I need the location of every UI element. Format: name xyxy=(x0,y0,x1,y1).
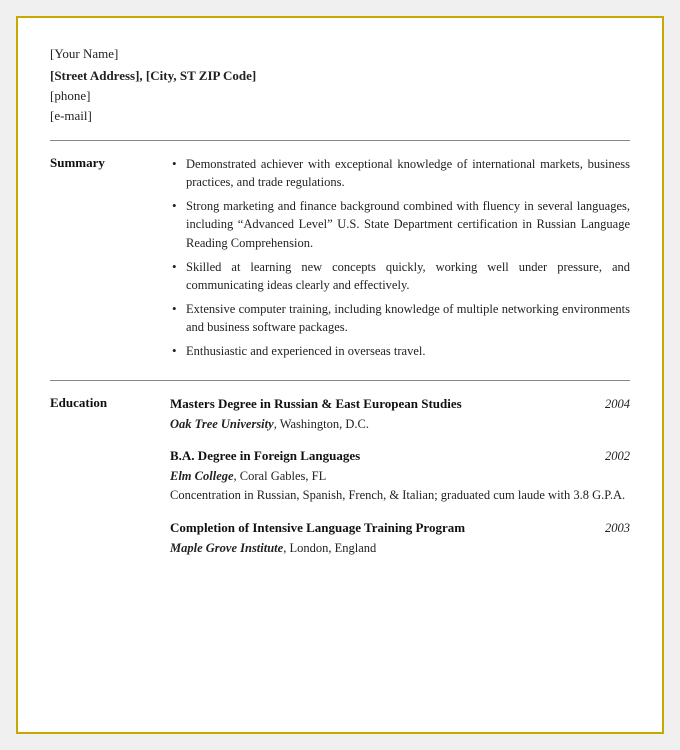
education-label: Education xyxy=(50,395,170,570)
edu-header-row: Completion of Intensive Language Trainin… xyxy=(170,519,630,538)
summary-label: Summary xyxy=(50,155,170,366)
header-address: [Street Address], [City, ST ZIP Code] xyxy=(50,68,630,84)
education-divider xyxy=(50,380,630,381)
edu-degree: B.A. Degree in Foreign Languages xyxy=(170,447,597,466)
header-phone: [phone] xyxy=(50,88,630,104)
education-entry: Completion of Intensive Language Trainin… xyxy=(170,519,630,557)
edu-year: 2003 xyxy=(605,519,630,537)
summary-bullet-item: Skilled at learning new concepts quickly… xyxy=(170,258,630,294)
summary-section: Summary Demonstrated achiever with excep… xyxy=(50,155,630,366)
header-divider xyxy=(50,140,630,141)
summary-bullet-item: Demonstrated achiever with exceptional k… xyxy=(170,155,630,191)
edu-header-row: B.A. Degree in Foreign Languages 2002 xyxy=(170,447,630,466)
edu-school: Elm College, Coral Gables, FL xyxy=(170,467,630,485)
header-section: [Your Name] [Street Address], [City, ST … xyxy=(50,46,630,124)
edu-year: 2002 xyxy=(605,447,630,465)
header-email: [e-mail] xyxy=(50,108,630,124)
edu-school-name: Oak Tree University xyxy=(170,417,274,431)
summary-bullet-item: Extensive computer training, including k… xyxy=(170,300,630,336)
edu-school: Oak Tree University, Washington, D.C. xyxy=(170,415,630,433)
education-entry: B.A. Degree in Foreign Languages 2002 Elm … xyxy=(170,447,630,504)
education-entry: Masters Degree in Russian & East Europea… xyxy=(170,395,630,433)
edu-year: 2004 xyxy=(605,395,630,413)
edu-degree: Masters Degree in Russian & East Europea… xyxy=(170,395,597,414)
summary-bullet-item: Enthusiastic and experienced in overseas… xyxy=(170,342,630,360)
edu-school-name: Maple Grove Institute xyxy=(170,541,283,555)
edu-school: Maple Grove Institute, London, England xyxy=(170,539,630,557)
edu-school-name: Elm College xyxy=(170,469,234,483)
edu-degree: Completion of Intensive Language Trainin… xyxy=(170,519,597,538)
summary-bullet-item: Strong marketing and finance background … xyxy=(170,197,630,251)
edu-details: Concentration in Russian, Spanish, Frenc… xyxy=(170,487,630,505)
edu-header-row: Masters Degree in Russian & East Europea… xyxy=(170,395,630,414)
education-content: Masters Degree in Russian & East Europea… xyxy=(170,395,630,570)
header-name: [Your Name] xyxy=(50,46,630,62)
resume-page: [Your Name] [Street Address], [City, ST … xyxy=(16,16,664,734)
summary-bullet-list: Demonstrated achiever with exceptional k… xyxy=(170,155,630,360)
education-section: Education Masters Degree in Russian & Ea… xyxy=(50,395,630,570)
summary-content: Demonstrated achiever with exceptional k… xyxy=(170,155,630,366)
